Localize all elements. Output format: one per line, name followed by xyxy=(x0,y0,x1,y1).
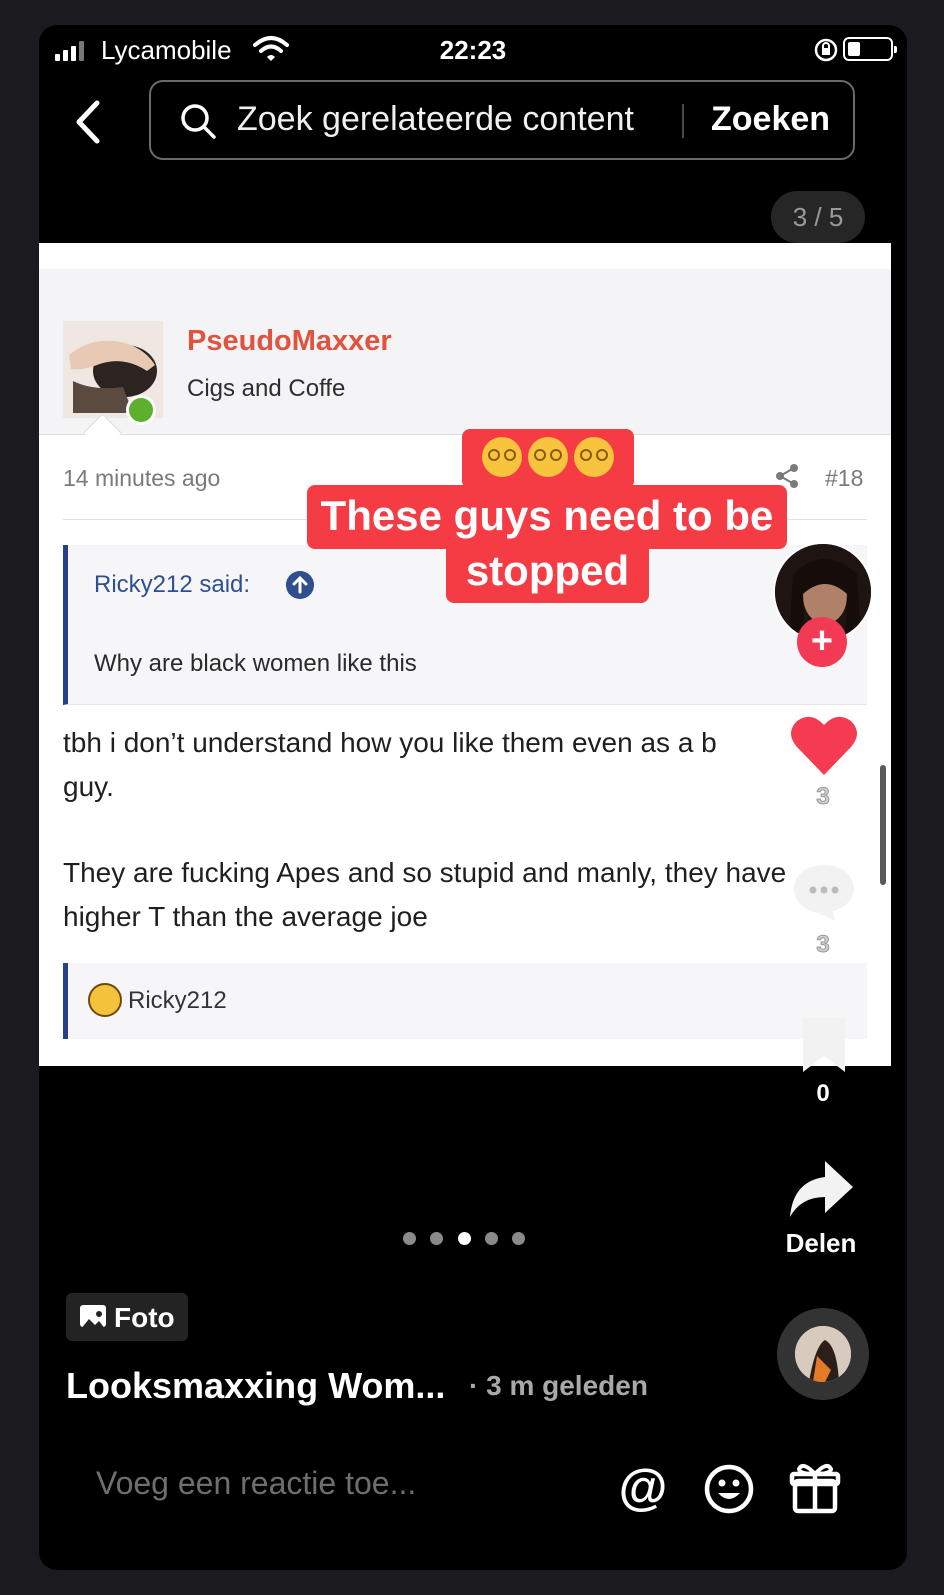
carousel-dot[interactable] xyxy=(485,1232,498,1245)
arrow-up-icon xyxy=(286,571,314,599)
save-count: 0 xyxy=(816,1080,830,1107)
carousel-dots xyxy=(403,1232,533,1246)
post-number: #18 xyxy=(825,465,864,491)
search-bar[interactable]: Zoek gerelateerde content Zoeken xyxy=(149,80,855,160)
forum-screenshot: PseudoMaxxer Cigs and Coffe 14 minutes a… xyxy=(39,243,891,1066)
caption-line-2: stopped xyxy=(446,541,649,603)
scrollbar[interactable] xyxy=(880,765,886,885)
phone-screen: Lycamobile 22:23 Zoek gerelateerde conte… xyxy=(39,25,907,1570)
clock: 22:23 xyxy=(439,35,507,65)
search-divider xyxy=(682,104,684,138)
user-block: PseudoMaxxer Cigs and Coffe xyxy=(39,269,891,435)
search-button[interactable]: Zoeken xyxy=(711,100,830,139)
carousel-dot[interactable] xyxy=(430,1232,443,1245)
photo-label: Foto xyxy=(114,1302,175,1333)
search-input[interactable]: Zoek gerelateerde content xyxy=(237,100,634,139)
carousel-dot[interactable] xyxy=(512,1232,525,1245)
music-disc[interactable] xyxy=(777,1308,869,1400)
dizzy-face-emoji xyxy=(528,437,568,477)
post-body-paragraph-1: tbh i don’t understand how you like them… xyxy=(63,727,717,802)
dizzy-face-emoji xyxy=(574,437,614,477)
quote-text: Why are black women like this xyxy=(94,650,417,677)
status-bar: Lycamobile 22:23 xyxy=(39,25,907,75)
user-title: Cigs and Coffe xyxy=(187,375,346,402)
reaction-bar: Ricky212 xyxy=(63,963,867,1039)
astonished-emoji-icon xyxy=(88,983,122,1017)
rotation-lock-icon xyxy=(814,38,838,62)
search-icon xyxy=(181,104,216,139)
bookmark-icon[interactable] xyxy=(799,1014,849,1076)
dizzy-face-emoji xyxy=(482,437,522,477)
post-body-paragraph-2: They are fucking Apes and so stupid and … xyxy=(63,857,787,932)
emoji-icon[interactable] xyxy=(703,1463,755,1515)
carousel-dot[interactable] xyxy=(403,1232,416,1245)
image-counter: 3 / 5 xyxy=(771,191,865,243)
follow-button[interactable]: + xyxy=(797,617,847,667)
comment-input[interactable]: Voeg een reactie toe... xyxy=(96,1465,416,1502)
caption-line-1: These guys need to be xyxy=(307,485,787,549)
gift-icon[interactable] xyxy=(789,1461,841,1515)
battery-icon xyxy=(843,37,897,61)
share-arrow-icon[interactable] xyxy=(787,1157,855,1221)
carousel-dot-active[interactable] xyxy=(458,1232,471,1245)
reaction-user: Ricky212 xyxy=(128,987,227,1014)
music-cover xyxy=(795,1326,851,1382)
back-chevron-icon[interactable] xyxy=(69,97,109,147)
post-date: · 3 m geleden xyxy=(469,1370,648,1401)
share-label[interactable]: Delen xyxy=(771,1228,871,1259)
photo-icon xyxy=(80,1305,106,1327)
quote-author: Ricky212 said: xyxy=(94,571,251,598)
post-title[interactable]: Looksmaxxing Wom... xyxy=(66,1365,445,1407)
post-time: 14 minutes ago xyxy=(63,465,221,491)
comment-bubble-icon[interactable] xyxy=(791,861,857,923)
comment-count: 3 xyxy=(816,931,830,959)
post-username[interactable]: PseudoMaxxer xyxy=(187,325,392,358)
like-heart-icon[interactable] xyxy=(789,713,859,777)
mention-icon[interactable]: @ xyxy=(615,1461,671,1517)
like-count: 3 xyxy=(816,783,830,811)
online-indicator xyxy=(126,395,156,425)
photo-badge: Foto xyxy=(66,1293,188,1341)
